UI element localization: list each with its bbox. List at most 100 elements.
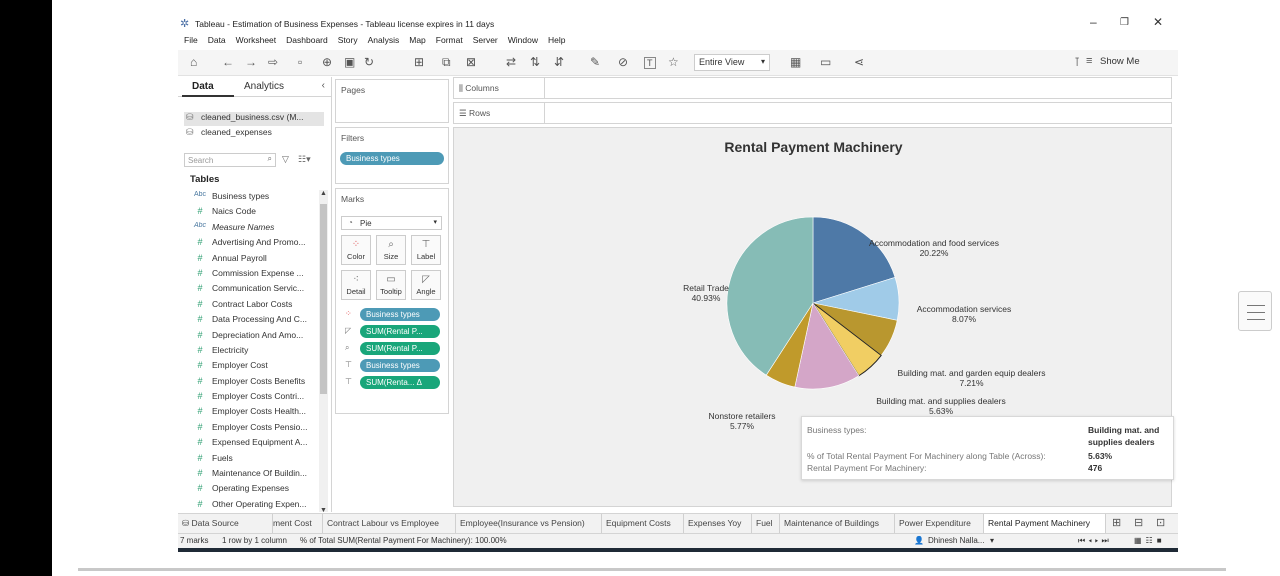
pause-updates-icon[interactable]: ▣	[344, 55, 355, 69]
mark-pill[interactable]: SUM(Rental P...	[360, 342, 440, 355]
swap-icon[interactable]: ⇄	[506, 55, 516, 69]
rows-drop-zone[interactable]	[544, 103, 545, 123]
field-item[interactable]: # Annual Payroll	[186, 253, 316, 268]
menu-dashboard[interactable]: Dashboard	[286, 35, 328, 48]
field-item[interactable]: # Advertising And Promo...	[186, 237, 316, 252]
sheet-tab[interactable]: Fuel	[752, 514, 780, 533]
field-item[interactable]: # Electricity	[186, 345, 316, 360]
size-button[interactable]: ⌕ Size	[376, 235, 406, 265]
field-item[interactable]: Abc Business types	[186, 191, 316, 206]
search-input[interactable]: Search ⌕	[184, 153, 276, 167]
columns-drop-zone[interactable]	[544, 78, 545, 98]
new-worksheet-icon[interactable]: ⊞	[414, 55, 424, 69]
mark-pill[interactable]: Business types	[360, 359, 440, 372]
field-item[interactable]: # Contract Labor Costs	[186, 299, 316, 314]
sheet-tab[interactable]: Expenses Yoy	[684, 514, 752, 533]
chevron-down-icon[interactable]: ▾	[990, 536, 994, 545]
sheet-tab[interactable]: Contract Labour vs Employee	[323, 514, 456, 533]
menu-window[interactable]: Window	[508, 35, 538, 48]
group-icon[interactable]: ⊘	[618, 55, 628, 69]
menu-worksheet[interactable]: Worksheet	[236, 35, 276, 48]
field-item[interactable]: # Operating Expenses	[186, 483, 316, 498]
mark-type-dropdown[interactable]: ◔ Pie ▾	[341, 216, 442, 230]
collapse-pane-icon[interactable]: ‹	[322, 80, 325, 91]
user-name[interactable]: Dhinesh Nalla...	[928, 536, 984, 545]
filter-icon[interactable]: ▽	[282, 154, 289, 165]
refresh-icon[interactable]: ↻	[364, 55, 374, 69]
field-item[interactable]: # Communication Servic...	[186, 283, 316, 298]
sheet-tab[interactable]: Power Expenditure	[895, 514, 984, 533]
tooltip-button[interactable]: ▭ Tooltip	[376, 270, 406, 300]
mark-pill[interactable]: SUM(Rental P...	[360, 325, 440, 338]
color-button[interactable]: ⁘ Color	[341, 235, 371, 265]
menu-server[interactable]: Server	[473, 35, 498, 48]
redo-icon[interactable]: →	[245, 55, 257, 69]
field-list-scrollbar[interactable]: ▲ ▼	[319, 190, 328, 512]
view-mode-dropdown[interactable]: Entire View ▾	[694, 54, 770, 71]
tab-data[interactable]: Data	[192, 81, 214, 92]
sheet-tab[interactable]: Maintenance of Buildings	[780, 514, 895, 533]
field-item[interactable]: # Employer Cost	[186, 360, 316, 375]
close-button[interactable]: ✕	[1153, 15, 1163, 29]
show-labels-icon[interactable]: T	[644, 57, 656, 69]
sheet-view-icons[interactable]: ▦☷■	[1134, 536, 1166, 545]
pages-shelf[interactable]: Pages	[335, 79, 449, 123]
home-icon[interactable]: ⌂	[190, 55, 197, 69]
field-item[interactable]: # Data Processing And C...	[186, 314, 316, 329]
field-item[interactable]: # Other Operating Expen...	[186, 499, 316, 512]
field-item[interactable]: Abc Measure Names	[186, 222, 316, 237]
angle-button[interactable]: ◸ Angle	[411, 270, 441, 300]
menu-format[interactable]: Format	[436, 35, 463, 48]
field-item[interactable]: # Fuels	[186, 453, 316, 468]
menu-story[interactable]: Story	[338, 35, 358, 48]
new-story-icon[interactable]: ⊡	[1156, 516, 1165, 529]
tab-data-source[interactable]: ⛁ Data Source	[178, 514, 273, 533]
new-dashboard-icon[interactable]: ⊟	[1134, 516, 1143, 529]
field-item[interactable]: # Maintenance Of Buildin...	[186, 468, 316, 483]
new-worksheet-icon[interactable]: ⊞	[1112, 516, 1121, 529]
minimize-button[interactable]: –	[1090, 15, 1097, 29]
pin-icon[interactable]: ☆	[668, 55, 679, 69]
scroll-up-icon[interactable]: ▲	[320, 190, 327, 197]
sheet-navigation-icons[interactable]: ⏮◂▸⏭	[1078, 536, 1112, 546]
field-item[interactable]: # Commission Expense ...	[186, 268, 316, 283]
tooltip-format-icon[interactable]: ⊺	[1074, 55, 1080, 69]
replay-icon[interactable]: ⇨	[268, 55, 278, 69]
detail-button[interactable]: ⁖ Detail	[341, 270, 371, 300]
label-button[interactable]: ⊤ Label	[411, 235, 441, 265]
datasource-item[interactable]: ⛁ cleaned_expenses	[184, 127, 324, 141]
rows-shelf[interactable]: ☰ Rows	[453, 102, 1172, 124]
show-cards-icon[interactable]: ▦	[790, 55, 801, 69]
clear-sheet-icon[interactable]: ⊠	[466, 55, 476, 69]
highlight-icon[interactable]: ✎	[590, 55, 600, 69]
menu-data[interactable]: Data	[208, 35, 226, 48]
field-item[interactable]: # Expensed Equipment A...	[186, 437, 316, 452]
menu-map[interactable]: Map	[409, 35, 426, 48]
mark-pill[interactable]: Business types	[360, 308, 440, 321]
menu-analysis[interactable]: Analysis	[368, 35, 400, 48]
sort-descending-icon[interactable]: ⇵	[554, 55, 564, 69]
menu-help[interactable]: Help	[548, 35, 565, 48]
filters-shelf[interactable]: Filters Business types	[335, 127, 449, 184]
sheet-tab-active[interactable]: Rental Payment Machinery	[984, 514, 1106, 533]
menu-file[interactable]: File	[184, 35, 198, 48]
sheet-tab[interactable]: ment Cost	[273, 514, 323, 533]
mark-pill[interactable]: SUM(Renta... Δ	[360, 376, 440, 389]
field-item[interactable]: # Naics Code	[186, 206, 316, 221]
share-icon[interactable]: ⋖	[854, 55, 864, 69]
tab-analytics[interactable]: Analytics	[244, 81, 284, 92]
scroll-down-icon[interactable]: ▼	[320, 507, 327, 512]
duplicate-icon[interactable]: ⧉	[442, 55, 451, 70]
columns-shelf[interactable]: ⫼ Columns	[453, 77, 1172, 99]
new-datasource-icon[interactable]: ⊕	[322, 55, 332, 69]
save-icon[interactable]: ▫	[298, 55, 302, 69]
show-me-icon[interactable]: ≡	[1086, 55, 1092, 67]
filter-pill[interactable]: Business types	[340, 152, 444, 165]
field-item[interactable]: # Employer Costs Pensio...	[186, 422, 316, 437]
datasource-item[interactable]: ⛁ cleaned_business.csv (M...	[184, 112, 324, 126]
view-options-icon[interactable]: ☷▾	[298, 154, 311, 165]
side-menu-handle[interactable]	[1238, 291, 1272, 331]
sheet-tab[interactable]: Employee(Insurance vs Pension)	[456, 514, 602, 533]
field-item[interactable]: # Depreciation And Amo...	[186, 330, 316, 345]
show-me-button[interactable]: Show Me	[1100, 56, 1140, 67]
